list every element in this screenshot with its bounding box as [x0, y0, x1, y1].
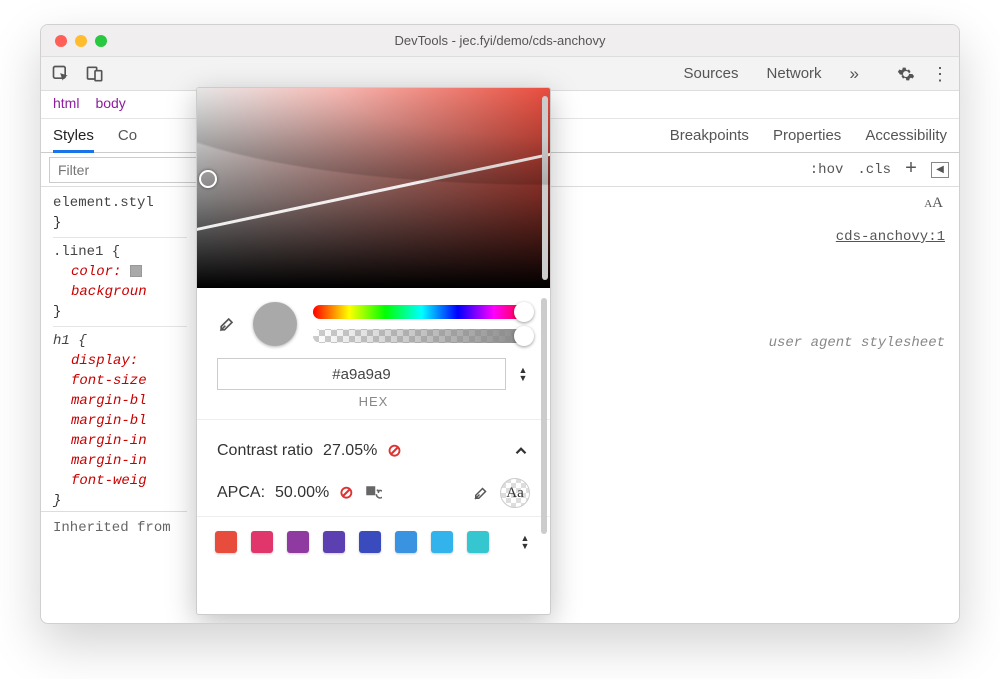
saturation-cursor[interactable] — [199, 170, 217, 188]
close-window-button[interactable] — [55, 35, 67, 47]
contrast-ratio-value: 27.05% — [323, 442, 377, 460]
palette-swatch[interactable] — [467, 531, 489, 553]
inherited-from-label: Inherited from — [41, 511, 187, 538]
toggle-sidebar-icon[interactable]: ◀ — [931, 162, 949, 178]
devtools-window: DevTools - jec.fyi/demo/cds-anchovy Sour… — [40, 24, 960, 624]
contrast-ratio-label: Contrast ratio — [217, 442, 313, 460]
window-title: DevTools - jec.fyi/demo/cds-anchovy — [41, 33, 959, 48]
hue-slider[interactable] — [313, 305, 530, 319]
picker-scrollbar[interactable] — [542, 96, 548, 280]
apca-label: APCA: — [217, 484, 265, 502]
tab-network[interactable]: Network — [767, 65, 822, 82]
tab-sources[interactable]: Sources — [683, 65, 738, 82]
cls-toggle[interactable]: .cls — [857, 162, 891, 178]
color-palette: ▲▼ — [197, 516, 550, 567]
brace-close: } — [53, 491, 187, 511]
palette-swatch[interactable] — [287, 531, 309, 553]
prop-margin-inline-2[interactable]: margin-in — [53, 451, 187, 471]
palette-swatch[interactable] — [395, 531, 417, 553]
hue-thumb[interactable] — [514, 302, 534, 322]
subtab-breakpoints[interactable]: Breakpoints — [670, 127, 749, 144]
source-link[interactable]: cds-anchovy:1 — [836, 229, 945, 245]
chevron-up-icon[interactable] — [512, 442, 530, 460]
traffic-lights — [41, 35, 107, 47]
contrast-fail-icon: ⊘ — [387, 441, 401, 461]
main-toolbar: Sources Network » ⋮ — [41, 57, 959, 91]
prop-margin-block-2[interactable]: margin-bl — [53, 411, 187, 431]
crumb-html[interactable]: html — [53, 95, 79, 114]
eyedropper-bg-icon[interactable] — [472, 484, 490, 502]
subtab-styles[interactable]: Styles — [53, 127, 94, 153]
new-style-rule-icon[interactable]: + — [905, 158, 917, 181]
line1-selector[interactable]: .line1 { — [53, 242, 187, 262]
format-stepper[interactable]: ▲▼ — [516, 367, 530, 381]
hov-toggle[interactable]: :hov — [810, 162, 844, 178]
user-agent-stylesheet-label: user agent stylesheet — [769, 335, 945, 351]
subtab-properties[interactable]: Properties — [773, 127, 841, 144]
brace-close: } — [53, 302, 187, 322]
apca-value: 50.00% — [275, 484, 329, 502]
apca-fail-icon: ⊘ — [339, 483, 353, 503]
maximize-window-button[interactable] — [95, 35, 107, 47]
contrast-line — [196, 123, 551, 236]
palette-swatch[interactable] — [251, 531, 273, 553]
color-format-label[interactable]: HEX — [197, 394, 550, 419]
h1-selector[interactable]: h1 { — [53, 331, 187, 351]
reload-bg-icon[interactable] — [364, 484, 382, 502]
prop-background[interactable]: backgroun — [53, 282, 187, 302]
prop-font-weight[interactable]: font-weig — [53, 471, 187, 491]
alpha-thumb[interactable] — [514, 326, 534, 346]
inspect-icon[interactable] — [51, 64, 71, 84]
prop-font-size[interactable]: font-size — [53, 371, 187, 391]
element-style-selector[interactable]: element.styl — [53, 193, 187, 213]
gear-icon[interactable] — [897, 65, 915, 83]
palette-stepper[interactable]: ▲▼ — [518, 535, 532, 549]
contrast-preview-aa: Aa — [500, 478, 530, 508]
color-swatch-icon[interactable] — [130, 265, 142, 277]
prop-margin-inline-1[interactable]: margin-in — [53, 431, 187, 451]
prop-color[interactable]: color: — [53, 262, 187, 282]
styles-rules-column: element.styl } .line1 { color: backgroun… — [41, 187, 191, 623]
window-titlebar: DevTools - jec.fyi/demo/cds-anchovy — [41, 25, 959, 57]
eyedropper-icon[interactable] — [217, 314, 237, 334]
tabs-overflow-icon[interactable]: » — [850, 64, 859, 84]
saturation-field[interactable] — [197, 88, 550, 288]
crumb-body[interactable]: body — [95, 95, 125, 114]
prop-display[interactable]: display: — [53, 351, 187, 371]
font-preview-aa: AAAA — [924, 195, 943, 212]
picker-scrollbar-lower[interactable] — [541, 298, 547, 534]
palette-swatch[interactable] — [215, 531, 237, 553]
palette-swatch[interactable] — [323, 531, 345, 553]
subtab-accessibility[interactable]: Accessibility — [865, 127, 947, 144]
device-toggle-icon[interactable] — [85, 64, 105, 84]
alpha-slider[interactable] — [313, 329, 530, 343]
subtab-computed[interactable]: Co — [118, 127, 137, 144]
brace-close: } — [53, 213, 187, 233]
minimize-window-button[interactable] — [75, 35, 87, 47]
palette-swatch[interactable] — [431, 531, 453, 553]
hex-input[interactable] — [217, 358, 506, 390]
color-picker-popover: ▲▼ HEX Contrast ratio 27.05% ⊘ APCA: 50.… — [196, 87, 551, 615]
palette-swatch[interactable] — [359, 531, 381, 553]
color-preview-circle — [253, 302, 297, 346]
prop-margin-block-1[interactable]: margin-bl — [53, 391, 187, 411]
